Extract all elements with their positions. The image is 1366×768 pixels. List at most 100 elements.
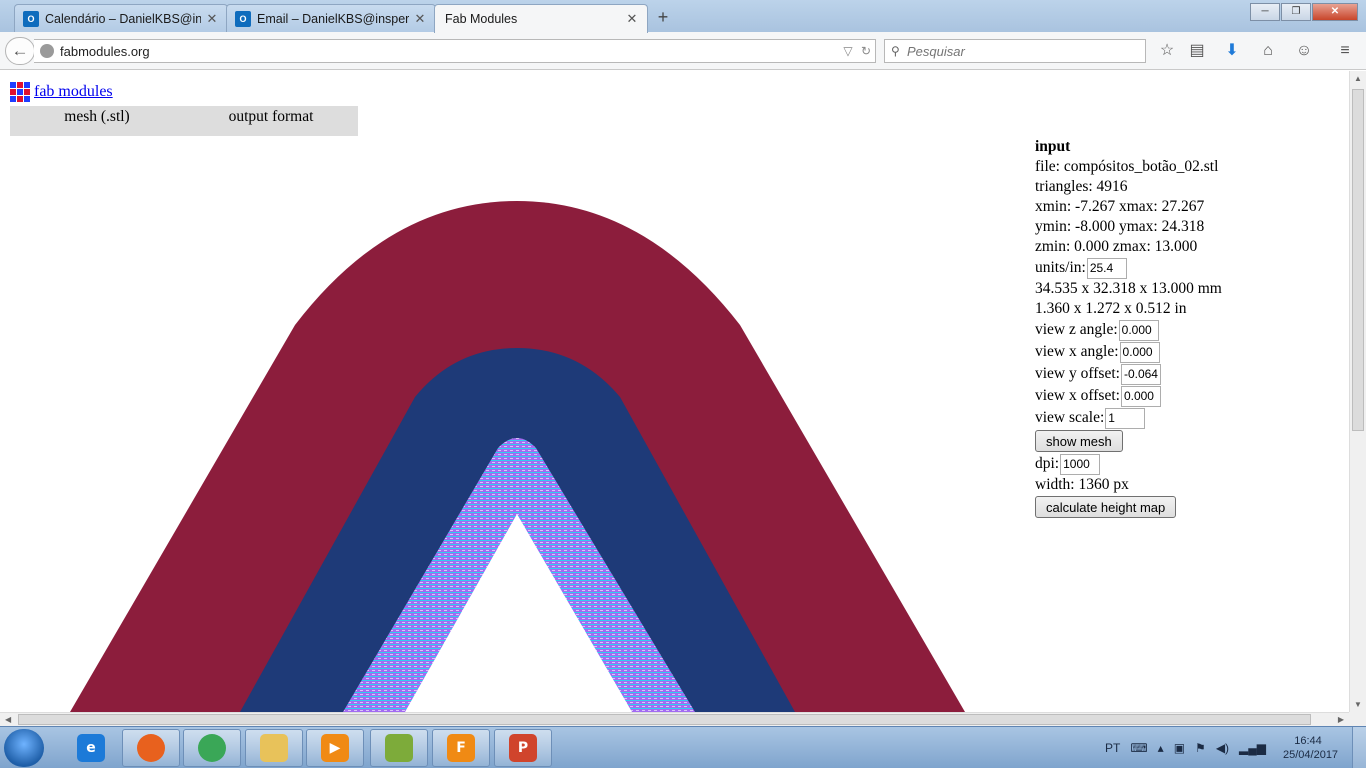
fab-modules-link[interactable]: fab modules: [34, 83, 113, 101]
y-offset-label: view y offset:: [1035, 365, 1120, 382]
reading-list-icon[interactable]: ▤: [1185, 40, 1209, 62]
clock[interactable]: 16:44 25/04/2017: [1283, 734, 1338, 762]
x-offset-input[interactable]: [1120, 385, 1161, 407]
dpi-label: dpi:: [1035, 455, 1060, 472]
tab-email[interactable]: O Email – DanielKBS@insper.... ✕: [226, 4, 436, 32]
tray-expand-icon[interactable]: ▴: [1158, 741, 1164, 755]
tab-strip: O Calendário – DanielKBS@in... ✕ O Email…: [0, 0, 1366, 33]
home-icon[interactable]: ⌂: [1256, 40, 1280, 62]
menu-output-format[interactable]: output format: [184, 106, 358, 136]
powerpoint-icon: P: [509, 734, 537, 762]
taskbar-app-media-player[interactable]: ▶: [306, 729, 364, 767]
search-input[interactable]: [907, 43, 1127, 59]
scroll-right-icon[interactable]: ▶: [1338, 713, 1344, 726]
network-icon[interactable]: ▂▄▆: [1239, 741, 1266, 755]
keyboard-icon[interactable]: ⌨: [1130, 741, 1147, 755]
input-panel: input file: compósitos_botão_02.stl tria…: [1035, 137, 1335, 519]
tab-fab-modules[interactable]: Fab Modules ✕: [434, 4, 648, 33]
tab-title: Fab Modules: [445, 12, 518, 26]
x-range: xmin: -7.267 xmax: 27.267: [1035, 198, 1205, 215]
search-icon: ⚲: [891, 44, 900, 58]
scrollbar-corner: [1349, 712, 1366, 726]
download-icon[interactable]: ⬇: [1220, 40, 1244, 62]
chrome-icon: [198, 734, 226, 762]
x-angle-input[interactable]: [1119, 341, 1160, 363]
taskbar-app-powerpoint[interactable]: P: [494, 729, 552, 767]
device-icon[interactable]: ▣: [1174, 741, 1185, 755]
close-icon[interactable]: ✕: [625, 11, 639, 27]
media-player-icon: ▶: [321, 734, 349, 762]
clock-time: 16:44: [1294, 735, 1322, 747]
scroll-up-icon[interactable]: ▲: [1350, 74, 1366, 83]
x-offset-label: view x offset:: [1035, 387, 1120, 404]
firefox-icon: [137, 734, 165, 762]
size-in: 1.360 x 1.272 x 0.512 in: [1035, 300, 1187, 317]
restore-button[interactable]: ❐: [1281, 3, 1311, 21]
address-bar[interactable]: fabmodules.org ▽ ↻: [34, 39, 876, 63]
y-range: ymin: -8.000 ymax: 24.318: [1035, 218, 1205, 235]
taskbar-app-internet-explorer[interactable]: e: [62, 729, 120, 767]
taskbar-app-fusion-360[interactable]: F: [432, 729, 490, 767]
file-name: file: compósitos_botão_02.stl: [1035, 158, 1219, 175]
search-box[interactable]: ⚲: [884, 39, 1146, 63]
horizontal-scroll-thumb[interactable]: [18, 714, 1311, 725]
width-text: width: 1360 px: [1035, 476, 1129, 493]
show-desktop-button[interactable]: [1352, 727, 1366, 768]
vertical-scroll-thumb[interactable]: [1352, 89, 1364, 431]
url-text[interactable]: fabmodules.org: [60, 44, 839, 59]
bookmark-star-icon[interactable]: ☆: [1155, 40, 1179, 62]
horizontal-scrollbar[interactable]: ◀ ▶: [0, 712, 1349, 726]
new-tab-button[interactable]: +: [652, 6, 674, 28]
menu-icon[interactable]: ≡: [1333, 40, 1357, 62]
taskbar-app-android[interactable]: [370, 729, 428, 767]
taskbar-app-chrome[interactable]: [183, 729, 241, 767]
triangle-count: triangles: 4916: [1035, 178, 1128, 195]
back-button[interactable]: ←: [5, 37, 35, 65]
taskbar-app-firefox[interactable]: [122, 729, 180, 767]
dpi-input[interactable]: [1060, 453, 1101, 475]
close-icon[interactable]: ✕: [205, 11, 219, 27]
z-angle-label: view z angle:: [1035, 321, 1118, 338]
reload-icon[interactable]: ↻: [857, 44, 875, 58]
scroll-left-icon[interactable]: ◀: [5, 713, 11, 726]
dropdown-icon[interactable]: ▽: [839, 44, 857, 58]
panel-heading: input: [1035, 138, 1071, 155]
module-menu: mesh (.stl) output format: [10, 106, 358, 136]
tab-title: Email – DanielKBS@insper....: [257, 11, 409, 26]
system-tray: PT ⌨ ▴ ▣ ⚑ ◀) ▂▄▆: [1100, 727, 1271, 768]
chat-icon[interactable]: ☺: [1292, 40, 1316, 62]
close-window-button[interactable]: ✕: [1312, 3, 1358, 21]
action-center-icon[interactable]: ⚑: [1195, 741, 1206, 755]
units-label: units/in:: [1035, 259, 1086, 276]
language-indicator[interactable]: PT: [1105, 741, 1120, 755]
globe-icon: [40, 44, 54, 58]
show-mesh-button[interactable]: show mesh: [1035, 430, 1123, 452]
volume-icon[interactable]: ◀): [1216, 741, 1229, 755]
mesh-render: [70, 201, 965, 712]
navigation-bar: ← fabmodules.org ▽ ↻ ⚲ ☆ ▤ ⬇ ⌂ ☺ ≡: [0, 32, 1366, 70]
close-icon[interactable]: ✕: [413, 11, 427, 27]
size-mm: 34.535 x 32.318 x 13.000 mm: [1035, 280, 1222, 297]
z-angle-input[interactable]: [1118, 319, 1159, 341]
minimize-button[interactable]: ─: [1250, 3, 1280, 21]
tab-calendar[interactable]: O Calendário – DanielKBS@in... ✕: [14, 4, 228, 32]
height-map-view: [0, 71, 1000, 712]
scale-label: view scale:: [1035, 409, 1105, 426]
y-offset-input[interactable]: [1120, 363, 1161, 385]
vertical-scrollbar[interactable]: ▲ ▼: [1349, 71, 1366, 712]
outlook-icon: O: [23, 10, 39, 27]
scale-input[interactable]: [1105, 407, 1146, 429]
scroll-down-icon[interactable]: ▼: [1350, 700, 1366, 709]
start-button[interactable]: [4, 729, 44, 767]
windows-taskbar: e ▶ F P PT ⌨ ▴ ▣ ⚑ ◀) ▂▄▆ 16:44 25/04/20…: [0, 726, 1366, 768]
menu-mesh-stl[interactable]: mesh (.stl): [10, 106, 184, 136]
units-input[interactable]: [1086, 257, 1127, 279]
internet-explorer-icon: e: [77, 734, 105, 762]
arrow-left-icon: ←: [11, 41, 29, 60]
android-icon: [385, 734, 413, 762]
calculate-height-map-button[interactable]: calculate height map: [1035, 496, 1177, 518]
taskbar-app-file-explorer[interactable]: [245, 729, 303, 767]
logo-grid-icon: [10, 82, 30, 102]
fab-modules-logo: fab modules: [10, 82, 113, 102]
z-range: zmin: 0.000 zmax: 13.000: [1035, 238, 1198, 255]
